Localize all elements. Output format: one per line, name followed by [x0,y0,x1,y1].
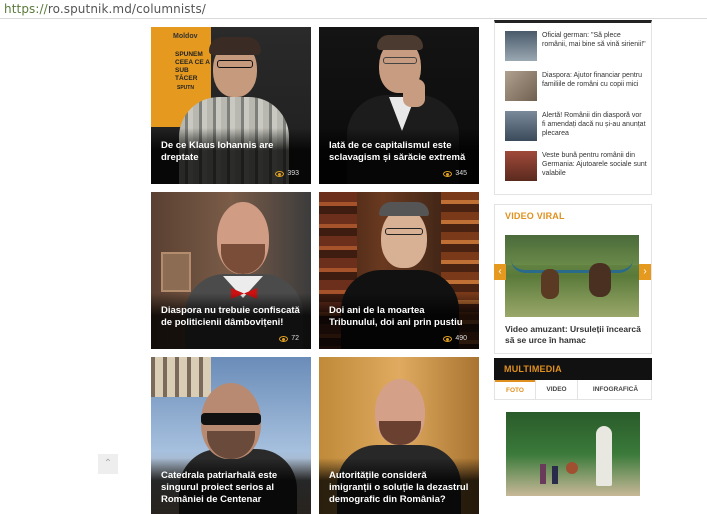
url-path: ro.sputnik.md/columnists/ [47,2,206,16]
person [552,466,558,484]
author-photo-hair [377,35,423,50]
page: Moldov SPUNEM CEEA CE A SUB TĂCER SPUTN De… [0,20,707,514]
view-count-value: 72 [291,335,299,342]
banner-slogan-line: SPUNEM [175,51,203,58]
wall-frame [161,252,191,292]
banner-slogan-line: CEEA CE A [175,59,210,66]
news-headline[interactable]: Veste bună pentru românii din Germania: … [542,151,647,178]
tab-video[interactable]: VIDEO [535,380,577,400]
view-count: 345 [443,170,467,177]
banner-logo: SPUTN [177,85,194,91]
banner-text: Moldov [173,33,198,40]
author-photo-hair [379,202,429,216]
view-count-value: 393 [287,170,299,177]
author-photo-sunglasses [201,413,261,425]
person [540,464,546,484]
view-count: 72 [279,335,299,342]
video-heading: VIDEO VIRAL [505,211,565,221]
author-photo-glasses [383,57,417,64]
eye-icon [443,335,453,342]
news-headline[interactable]: Diaspora: Ajutor financiar pentru famili… [542,71,647,89]
multimedia-tabs: FOTO VIDEO INFOGRAFICĂ [494,380,652,400]
author-photo-glasses [217,60,253,68]
author-photo-hair [209,37,261,55]
video-bear [589,263,611,297]
view-count-value: 345 [455,170,467,177]
address-bar[interactable]: https://ro.sputnik.md/columnists/ [0,0,707,19]
banner-slogan-line: SUB TĂCER [175,67,198,82]
article-card[interactable]: Moldov SPUNEM CEEA CE A SUB TĂCER SPUTN De… [151,27,311,184]
view-count: 393 [275,170,299,177]
multimedia-photo[interactable] [506,412,640,496]
banner-slogan: SPUNEM CEEA CE A SUB TĂCER [175,51,211,83]
card-title[interactable]: Iată de ce capitalismul este sclavagism … [329,140,471,164]
article-card[interactable]: Catedrala patriarhală este singurul proi… [151,357,311,514]
article-card[interactable]: Autoritățile consideră imigranții o solu… [319,357,479,514]
statue [596,426,612,486]
author-photo-hand [403,79,425,107]
view-count: 490 [443,335,467,342]
card-title[interactable]: Doi ani de la moartea Tribunului, doi an… [329,305,471,329]
news-item[interactable]: Oficial german: "Să plece românii, mai b… [505,31,647,65]
video-viral-box: VIDEO VIRAL Video amuzant: Ursuleții înc… [494,204,652,354]
park-scene [506,412,640,496]
news-item[interactable]: Alertă! Românii din diasporă vor fi amen… [505,111,647,145]
multimedia-header: MULTIMEDIA [494,358,652,380]
video-thumbnail[interactable] [505,235,639,317]
article-card[interactable]: Doi ani de la moartea Tribunului, doi an… [319,192,479,349]
card-title[interactable]: De ce Klaus Iohannis are dreptate [161,140,303,164]
article-card[interactable]: Diaspora nu trebuie confiscată de politi… [151,192,311,349]
url-scheme: https:// [4,2,48,16]
eye-icon [443,170,453,177]
flowers [566,462,578,474]
scroll-to-top-button[interactable]: ⌃ [98,454,118,474]
video-prev-arrow[interactable]: ‹ [494,264,506,280]
card-title[interactable]: Diaspora nu trebuie confiscată de politi… [161,305,303,329]
video-caption[interactable]: Video amuzant: Ursuleții încearcă să se … [505,324,645,346]
news-item[interactable]: Diaspora: Ajutor financiar pentru famili… [505,71,645,105]
news-headline[interactable]: Alertă! Românii din diasporă vor fi amen… [542,111,647,138]
chevron-up-icon: ⌃ [103,458,113,469]
video-hammock [511,259,633,273]
card-title[interactable]: Catedrala patriarhală este singurul proi… [161,470,303,506]
eye-icon [279,335,289,342]
news-headline[interactable]: Oficial german: "Să plece românii, mai b… [542,31,647,49]
author-photo-glasses [385,228,423,235]
video-bear [541,269,559,299]
news-thumbnail [505,71,537,101]
tab-infografica[interactable]: INFOGRAFICĂ [577,380,653,400]
eye-icon [275,170,285,177]
news-list-box: Oficial german: "Să plece românii, mai b… [494,20,652,195]
video-next-arrow[interactable]: › [639,264,651,280]
view-count-value: 490 [455,335,467,342]
url-text[interactable]: https://ro.sputnik.md/columnists/ [4,2,206,16]
news-thumbnail [505,151,537,181]
author-photo-head [381,208,427,268]
article-card[interactable]: Iată de ce capitalismul este sclavagism … [319,27,479,184]
building [151,357,211,397]
card-title[interactable]: Autoritățile consideră imigranții o solu… [329,470,471,506]
news-item[interactable]: Veste bună pentru românii din Germania: … [505,151,647,185]
tab-foto[interactable]: FOTO [495,380,535,400]
news-thumbnail [505,31,537,61]
news-thumbnail [505,111,537,141]
multimedia-heading: MULTIMEDIA [504,364,562,374]
